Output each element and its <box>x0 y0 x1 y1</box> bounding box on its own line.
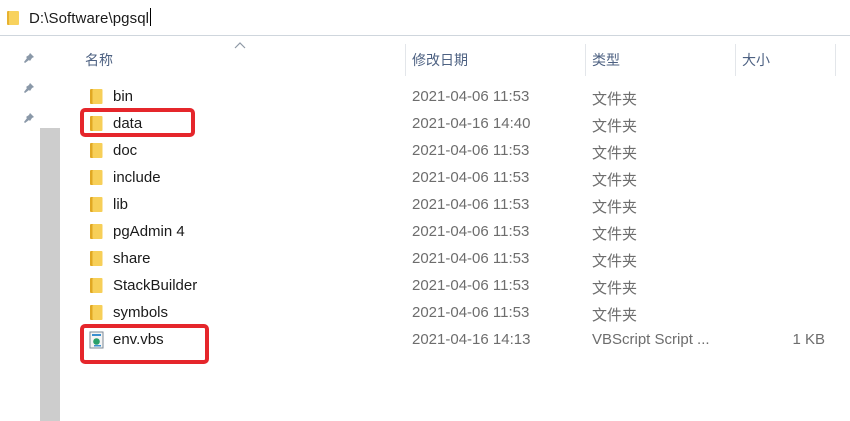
file-type: 文件夹 <box>592 307 638 324</box>
file-type: 文件夹 <box>592 199 638 216</box>
column-divider[interactable] <box>835 44 836 76</box>
pin-icon[interactable] <box>23 81 35 99</box>
file-row[interactable]: share 2021-04-06 11:53 文件夹 <box>78 246 850 273</box>
file-row[interactable]: lib 2021-04-06 11:53 文件夹 <box>78 192 850 219</box>
folder-icon <box>89 223 103 244</box>
file-date-modified: 2021-04-06 11:53 <box>412 223 530 240</box>
file-date-modified: 2021-04-06 11:53 <box>412 196 530 213</box>
file-row[interactable]: pgAdmin 4 2021-04-06 11:53 文件夹 <box>78 219 850 246</box>
file-type: 文件夹 <box>592 91 638 108</box>
file-name: pgAdmin 4 <box>113 223 185 240</box>
file-name: StackBuilder <box>113 277 198 294</box>
folder-icon <box>6 10 20 31</box>
file-date-modified: 2021-04-06 11:53 <box>412 142 530 159</box>
column-header: 名称 修改日期 类型 大小 <box>78 42 850 76</box>
column-name[interactable]: 名称 <box>78 44 405 76</box>
file-type: 文件夹 <box>592 145 638 162</box>
folder-icon <box>89 142 103 163</box>
column-type[interactable]: 类型 <box>585 44 735 76</box>
folder-icon <box>89 304 103 325</box>
file-row[interactable]: bin 2021-04-06 11:53 文件夹 <box>78 84 850 111</box>
folder-icon <box>89 88 103 109</box>
file-name: symbols <box>113 304 169 321</box>
folder-icon <box>89 250 103 271</box>
file-date-modified: 2021-04-06 11:53 <box>412 250 530 267</box>
file-type: 文件夹 <box>592 280 638 297</box>
file-type: 文件夹 <box>592 226 638 243</box>
file-date-modified: 2021-04-16 14:13 <box>412 331 531 348</box>
file-size: 1 KB <box>792 331 825 348</box>
address-path[interactable]: D:\Software\pgsql <box>29 8 152 27</box>
file-name: lib <box>113 196 129 213</box>
highlight-box <box>80 324 209 364</box>
file-row[interactable]: include 2021-04-06 11:53 文件夹 <box>78 165 850 192</box>
column-size[interactable]: 大小 <box>735 44 835 76</box>
pin-icon[interactable] <box>23 111 35 129</box>
nav-pane-scrollbar[interactable] <box>40 128 60 421</box>
file-name: share <box>113 250 151 267</box>
column-date-modified[interactable]: 修改日期 <box>405 44 585 76</box>
file-date-modified: 2021-04-06 11:53 <box>412 304 530 321</box>
file-row[interactable]: doc 2021-04-06 11:53 文件夹 <box>78 138 850 165</box>
pin-icon[interactable] <box>23 51 35 69</box>
text-caret <box>150 8 152 26</box>
file-name: bin <box>113 88 134 105</box>
file-name: include <box>113 169 161 186</box>
address-bar[interactable]: D:\Software\pgsql <box>0 0 850 36</box>
file-date-modified: 2021-04-06 11:53 <box>412 88 530 105</box>
highlight-box <box>80 108 195 137</box>
file-row[interactable]: symbols 2021-04-06 11:53 文件夹 <box>78 300 850 327</box>
file-date-modified: 2021-04-06 11:53 <box>412 277 530 294</box>
file-name: doc <box>113 142 138 159</box>
file-type: 文件夹 <box>592 253 638 270</box>
file-date-modified: 2021-04-06 11:53 <box>412 169 530 186</box>
folder-icon <box>89 169 103 190</box>
file-type: 文件夹 <box>592 172 638 189</box>
file-type: VBScript Script ... <box>592 331 710 348</box>
folder-icon <box>89 196 103 217</box>
file-date-modified: 2021-04-16 14:40 <box>412 115 531 132</box>
folder-icon <box>89 277 103 298</box>
file-row[interactable]: StackBuilder 2021-04-06 11:53 文件夹 <box>78 273 850 300</box>
file-type: 文件夹 <box>592 118 638 135</box>
